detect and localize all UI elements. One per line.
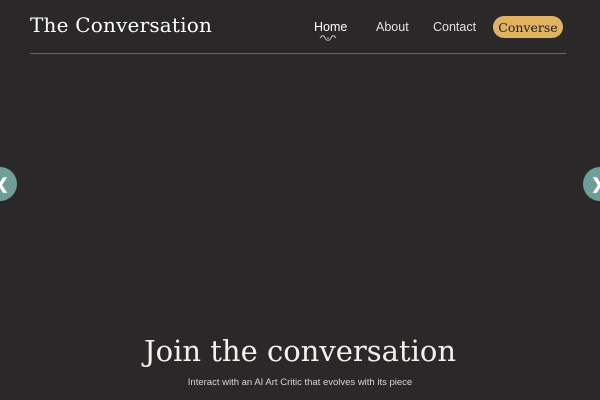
converse-button[interactable]: Converse: [493, 16, 563, 38]
active-nav-ornament-icon: [319, 35, 337, 41]
nav-contact-link[interactable]: Contact: [433, 20, 476, 34]
chevron-right-icon: ❯: [591, 175, 600, 193]
hero-title: Join the conversation: [144, 334, 456, 368]
nav-about-link[interactable]: About: [376, 20, 409, 34]
hero-subtitle: Interact with an AI Art Critic that evol…: [187, 377, 413, 388]
header-divider: [30, 53, 566, 54]
nav-home-link[interactable]: Home: [314, 20, 347, 34]
carousel-prev-button[interactable]: ❮: [0, 167, 17, 201]
chevron-left-icon: ❮: [0, 175, 9, 193]
carousel-next-button[interactable]: ❯: [583, 167, 600, 201]
